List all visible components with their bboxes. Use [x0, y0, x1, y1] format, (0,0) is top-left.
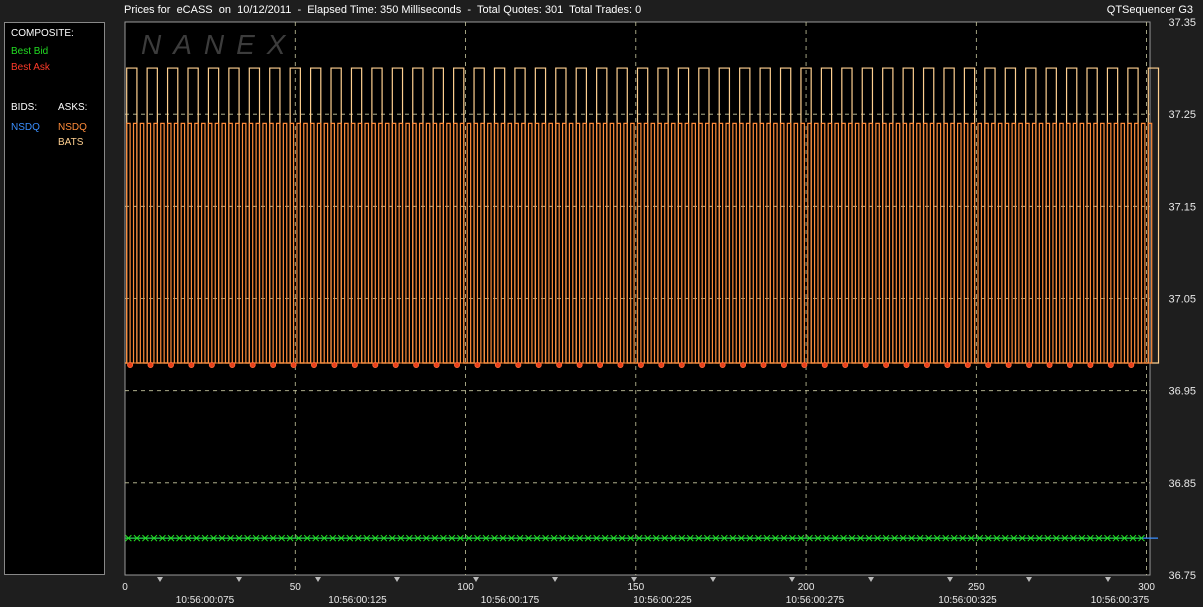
time-tick-marker: [868, 577, 874, 582]
time-tick-marker: [710, 577, 716, 582]
y-tick-label: 37.05: [1168, 294, 1196, 306]
time-label: 10:56:00:175: [481, 595, 540, 606]
best-ask-marker: [862, 362, 869, 369]
best-ask-marker: [923, 362, 930, 369]
best-ask-marker: [699, 362, 706, 369]
x-tick-label: 300: [1138, 582, 1155, 593]
y-tick-label: 36.95: [1168, 386, 1196, 398]
time-tick-marker: [473, 577, 479, 582]
y-tick-label: 37.15: [1168, 201, 1196, 213]
best-ask-marker: [167, 362, 174, 369]
best-ask-marker: [454, 362, 461, 369]
y-tick-label: 36.75: [1168, 570, 1196, 582]
time-label: 10:56:00:125: [328, 595, 387, 606]
x-tick-label: 150: [627, 582, 644, 593]
best-ask-marker: [188, 362, 195, 369]
best-ask-marker: [719, 362, 726, 369]
best-ask-marker: [1107, 362, 1114, 369]
best-ask-marker: [780, 362, 787, 369]
best-ask-marker: [597, 362, 604, 369]
best-ask-marker: [249, 362, 256, 369]
best-ask-marker: [1005, 362, 1012, 369]
best-ask-marker: [801, 362, 808, 369]
time-tick-marker: [789, 577, 795, 582]
best-ask-marker: [740, 362, 747, 369]
best-ask-marker: [556, 362, 563, 369]
best-ask-marker: [964, 362, 971, 369]
best-ask-marker: [351, 362, 358, 369]
best-ask-marker: [903, 362, 910, 369]
best-ask-marker: [372, 362, 379, 369]
watermark-logo: NANEX: [141, 29, 297, 60]
best-ask-marker: [658, 362, 665, 369]
best-ask-marker: [883, 362, 890, 369]
best-ask-marker: [147, 362, 154, 369]
best-ask-marker: [678, 362, 685, 369]
best-ask-marker: [1066, 362, 1073, 369]
best-ask-marker: [1026, 362, 1033, 369]
time-tick-marker: [315, 577, 321, 582]
best-ask-marker: [494, 362, 501, 369]
best-ask-marker: [127, 362, 134, 369]
x-tick-label: 50: [290, 582, 302, 593]
x-tick-label: 0: [122, 582, 128, 593]
time-label: 10:56:00:225: [633, 595, 692, 606]
y-tick-label: 37.25: [1168, 109, 1196, 121]
best-ask-marker: [474, 362, 481, 369]
time-label: 10:56:00:075: [176, 595, 235, 606]
best-ask-marker: [535, 362, 542, 369]
time-tick-marker: [394, 577, 400, 582]
price-chart: NANEX 37.35 37.25 37.15 37.05 36.95 36.85 36.75…: [122, 17, 1196, 606]
best-ask-marker: [331, 362, 338, 369]
y-tick-label: 36.85: [1168, 478, 1196, 490]
best-ask-marker: [985, 362, 992, 369]
best-ask-marker: [433, 362, 440, 369]
best-ask-marker: [310, 362, 317, 369]
best-ask-marker: [1046, 362, 1053, 369]
best-ask-marker: [270, 362, 277, 369]
time-tick-marker: [947, 577, 953, 582]
best-ask-marker: [290, 362, 297, 369]
time-label: 10:56:00:275: [786, 595, 845, 606]
best-ask-marker: [392, 362, 399, 369]
best-ask-marker: [208, 362, 215, 369]
time-tick-marker: [157, 577, 163, 582]
best-ask-marker: [413, 362, 420, 369]
time-label: 10:56:00:325: [938, 595, 997, 606]
best-ask-marker: [515, 362, 522, 369]
best-ask-marker: [1128, 362, 1135, 369]
y-tick-label: 37.35: [1168, 17, 1196, 29]
best-ask-marker: [617, 362, 624, 369]
best-ask-marker: [229, 362, 236, 369]
time-tick-marker: [1026, 577, 1032, 582]
time-label: 10:56:00:375: [1091, 595, 1150, 606]
best-ask-marker: [760, 362, 767, 369]
best-ask-marker: [1087, 362, 1094, 369]
time-tick-marker: [236, 577, 242, 582]
best-ask-marker: [637, 362, 644, 369]
time-tick-marker: [552, 577, 558, 582]
best-ask-marker: [944, 362, 951, 369]
best-ask-marker: [821, 362, 828, 369]
time-tick-marker: [1105, 577, 1111, 582]
x-tick-label: 200: [798, 582, 815, 593]
best-ask-marker: [576, 362, 583, 369]
x-tick-label: 100: [457, 582, 474, 593]
best-ask-marker: [842, 362, 849, 369]
x-tick-label: 250: [968, 582, 985, 593]
